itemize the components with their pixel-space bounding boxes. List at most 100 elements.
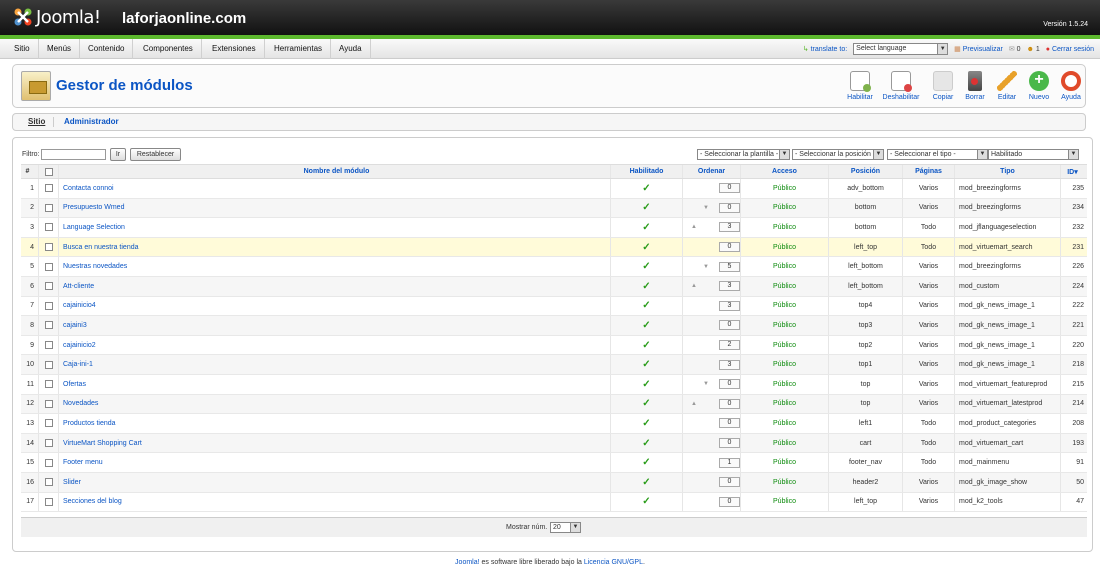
table-row[interactable]: 10 Caja-ini-1 ✓ 3 Público top1 Varios mod_gk_ne… (21, 355, 1087, 375)
module-name-link[interactable]: Contacta connoi (59, 179, 611, 198)
order-up-icon[interactable]: ▲ (691, 283, 697, 289)
table-row[interactable]: 4 Busca en nuestra tienda ✓ 0 Público left_to… (21, 237, 1087, 258)
order-input[interactable]: 0 (719, 183, 740, 194)
users-count[interactable]: ☻ 1 (1027, 46, 1040, 53)
module-name-link[interactable]: Att-cliente (59, 277, 611, 296)
access-link[interactable]: Público (741, 218, 829, 237)
col-position[interactable]: Posición (829, 165, 903, 178)
order-input[interactable]: 3 (719, 300, 740, 311)
access-link[interactable]: Público (741, 296, 829, 316)
order-input[interactable]: 3 (719, 359, 740, 370)
template-select[interactable]: - Seleccionar la plantilla - ▼ (697, 149, 790, 160)
table-row[interactable]: 8 cajaini3 ✓ 0 Público top3 Varios mod_gk_news_… (21, 316, 1087, 336)
module-name-link[interactable]: Language Selection (59, 218, 611, 237)
enabled-toggle[interactable]: ✓ (611, 414, 683, 433)
order-input[interactable]: 2 (719, 340, 740, 351)
module-name-link[interactable]: Productos tienda (59, 414, 611, 433)
access-link[interactable]: Público (741, 473, 829, 492)
menu-herramientas[interactable]: Herramientas (266, 39, 332, 59)
order-input[interactable]: 0 (719, 202, 740, 213)
row-checkbox[interactable] (39, 198, 59, 218)
module-name-link[interactable]: Slider (59, 473, 611, 492)
table-row[interactable]: 2 Presupuesto Wmed ✓ ▼ 0 Público bottom Varios m… (21, 198, 1087, 219)
table-row[interactable]: 3 Language Selection ✓ ▲ 3 Público bottom Todo m… (21, 218, 1087, 238)
order-input[interactable]: 5 (719, 261, 740, 272)
menu-menus[interactable]: Menús (39, 39, 81, 59)
order-input[interactable]: 3 (719, 281, 740, 292)
enabled-toggle[interactable]: ✓ (611, 179, 683, 198)
row-checkbox[interactable] (39, 277, 59, 296)
enabled-toggle[interactable]: ✓ (611, 335, 683, 355)
joomla-link[interactable]: Joomla! (455, 559, 480, 566)
table-row[interactable]: 6 Att-cliente ✓ ▲ 3 Público left_bottom Varios m… (21, 277, 1087, 297)
module-name-link[interactable]: VirtueMart Shopping Cart (59, 433, 611, 453)
col-order[interactable]: Ordenar (683, 165, 741, 178)
order-input[interactable]: 0 (719, 496, 740, 507)
enabled-toggle[interactable]: ✓ (611, 296, 683, 316)
enabled-toggle[interactable]: ✓ (611, 277, 683, 296)
table-row[interactable]: 17 Secciones del blog ✓ 0 Público left_top Var… (21, 492, 1087, 513)
access-link[interactable]: Público (741, 179, 829, 198)
module-name-link[interactable]: cajaini3 (59, 316, 611, 335)
row-checkbox[interactable] (39, 473, 59, 492)
tab-administrador[interactable]: Administrador (64, 117, 119, 126)
enable-button[interactable]: Habilitar (840, 69, 880, 101)
access-link[interactable]: Público (741, 492, 829, 512)
access-link[interactable]: Público (741, 375, 829, 394)
order-input[interactable]: 0 (719, 242, 740, 253)
row-checkbox[interactable] (39, 433, 59, 453)
state-select[interactable]: Habilitado ▼ (988, 149, 1079, 160)
order-down-icon[interactable]: ▼ (703, 264, 709, 270)
order-input[interactable]: 0 (719, 438, 740, 449)
messages-count[interactable]: ✉ 0 (1009, 45, 1021, 53)
module-name-link[interactable]: cajainicio2 (59, 335, 611, 355)
module-name-link[interactable]: Caja-ini-1 (59, 355, 611, 374)
order-input[interactable]: 3 (719, 222, 740, 233)
module-name-link[interactable]: Footer menu (59, 453, 611, 472)
module-name-link[interactable]: Nuestras novedades (59, 257, 611, 276)
order-input[interactable]: 1 (719, 457, 740, 468)
access-link[interactable]: Público (741, 394, 829, 414)
enabled-toggle[interactable]: ✓ (611, 198, 683, 218)
module-name-link[interactable]: Ofertas (59, 375, 611, 394)
col-name[interactable]: Nombre del módulo (59, 165, 611, 178)
enabled-toggle[interactable]: ✓ (611, 453, 683, 472)
row-checkbox[interactable] (39, 355, 59, 374)
col-type[interactable]: Tipo (955, 165, 1061, 178)
enabled-toggle[interactable]: ✓ (611, 492, 683, 512)
table-row[interactable]: 14 VirtueMart Shopping Cart ✓ 0 Público cart T… (21, 433, 1087, 454)
license-link[interactable]: Licencia GNU/GPL (584, 559, 643, 566)
table-row[interactable]: 12 Novedades ✓ ▲ 0 Público top Varios mod_virtue… (21, 394, 1087, 415)
access-link[interactable]: Público (741, 198, 829, 218)
row-checkbox[interactable] (39, 237, 59, 257)
enabled-toggle[interactable]: ✓ (611, 355, 683, 374)
enabled-toggle[interactable]: ✓ (611, 218, 683, 237)
table-row[interactable]: 16 Slider ✓ 0 Público header2 Varios mod_gk_ima… (21, 473, 1087, 493)
menu-ayuda[interactable]: Ayuda (331, 39, 371, 59)
position-select[interactable]: - Seleccionar la posición - ▼ (792, 149, 884, 160)
module-name-link[interactable]: Secciones del blog (59, 492, 611, 512)
disable-button[interactable]: Deshabilitar (881, 69, 921, 101)
enabled-toggle[interactable]: ✓ (611, 433, 683, 453)
table-row[interactable]: 9 cajainicio2 ✓ 2 Público top2 Varios mod_gk_ne… (21, 335, 1087, 356)
order-input[interactable]: 0 (719, 398, 740, 409)
menu-extensiones[interactable]: Extensiones (204, 39, 265, 59)
site-name[interactable]: laforjaonline.com (122, 10, 246, 27)
go-button[interactable]: Ir (110, 148, 126, 161)
reset-button[interactable]: Restablecer (130, 148, 181, 161)
row-checkbox[interactable] (39, 492, 59, 512)
enabled-toggle[interactable]: ✓ (611, 316, 683, 335)
row-checkbox[interactable] (39, 218, 59, 237)
enabled-toggle[interactable]: ✓ (611, 375, 683, 394)
module-name-link[interactable]: Presupuesto Wmed (59, 198, 611, 218)
table-row[interactable]: 11 Ofertas ✓ ▼ 0 Público top Varios mod_virtuema… (21, 375, 1087, 395)
access-link[interactable]: Público (741, 237, 829, 257)
table-row[interactable]: 1 Contacta connoi ✓ 0 Público adv_bottom Vario… (21, 179, 1087, 199)
order-input[interactable]: 0 (719, 379, 740, 390)
row-checkbox[interactable] (39, 335, 59, 355)
order-down-icon[interactable]: ▼ (703, 381, 709, 387)
col-access[interactable]: Acceso (741, 165, 829, 178)
access-link[interactable]: Público (741, 335, 829, 355)
module-name-link[interactable]: cajainicio4 (59, 296, 611, 316)
show-num-select[interactable]: 20 ▼ (550, 522, 581, 533)
